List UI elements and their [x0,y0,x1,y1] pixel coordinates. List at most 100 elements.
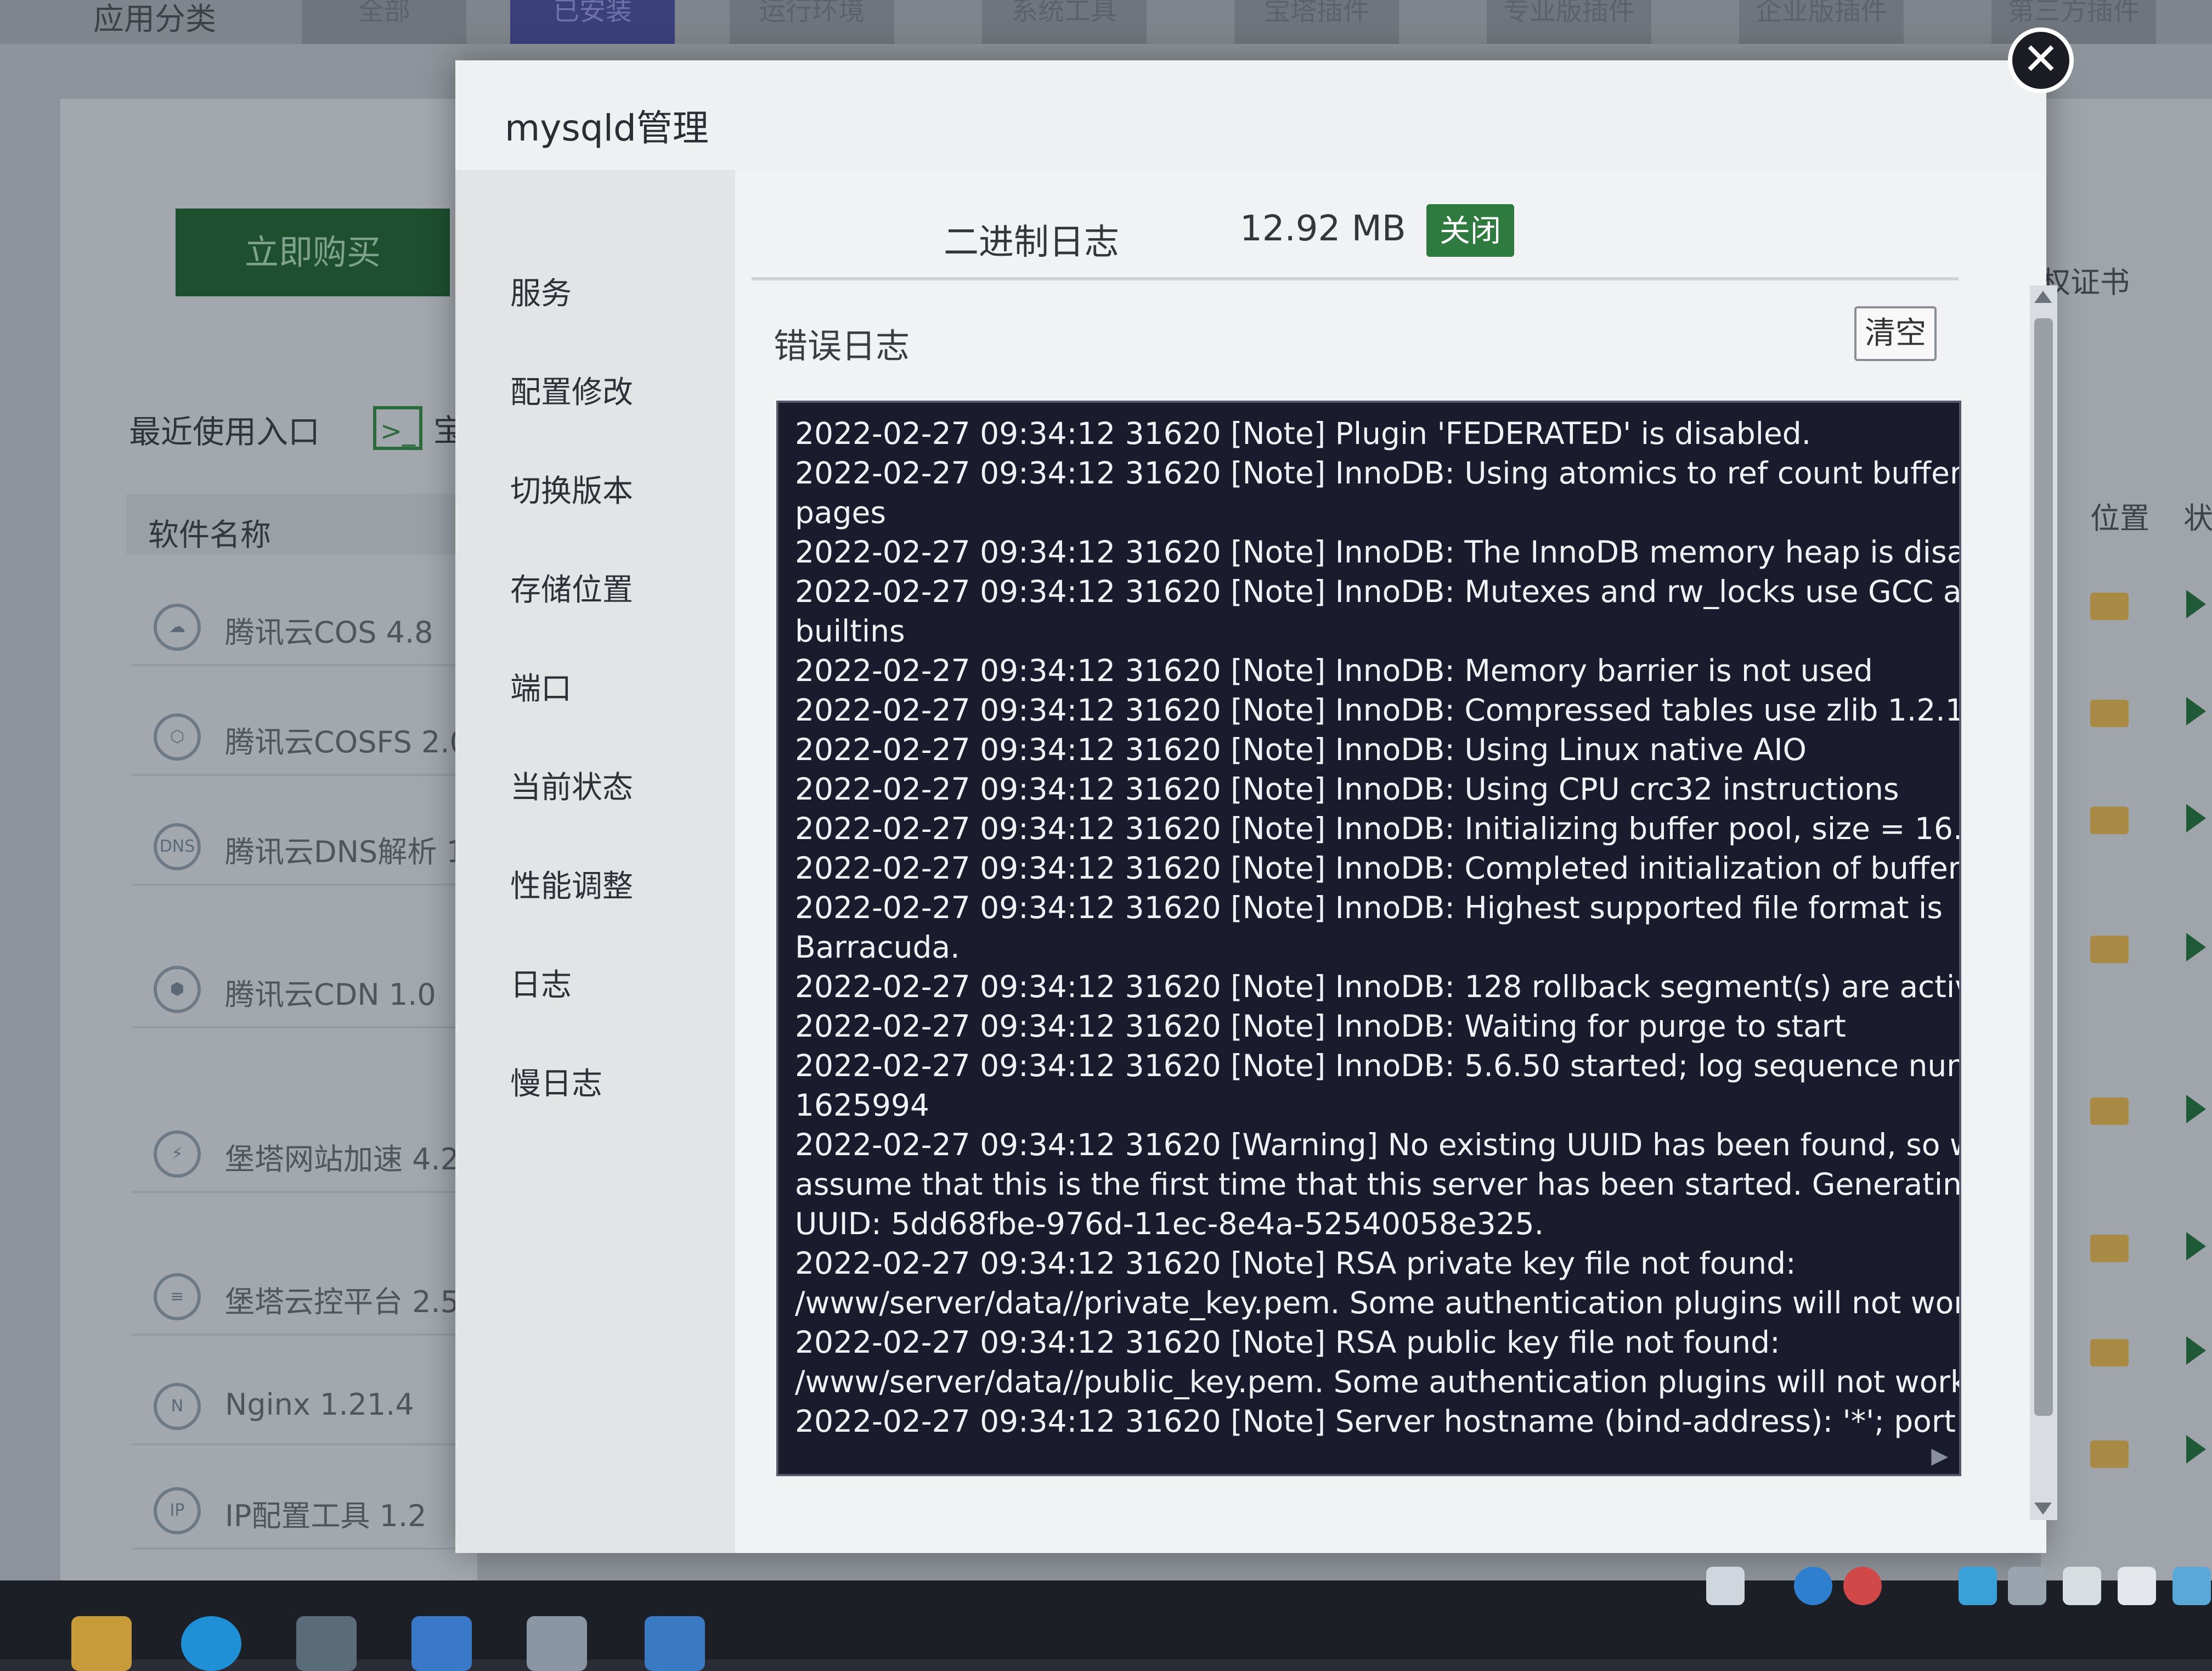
menu-item-performance[interactable]: 性能调整 [510,862,633,906]
folder-icon[interactable] [2090,1441,2129,1468]
menu-item-slow-log[interactable]: 慢日志 [510,1059,602,1104]
log-line: 2022-02-27 09:34:12 31620 [Note] InnoDB:… [795,1048,1961,1083]
scroll-up-icon[interactable] [2034,291,2052,303]
tray-app-icon[interactable] [2008,1567,2046,1605]
tray-app-icon[interactable] [1794,1567,1832,1605]
log-lines: 2022-02-27 09:34:12 31620 [Note] Plugin … [778,403,1959,1452]
log-line: /www/server/data//public_key.pem. Some a… [795,1364,1961,1399]
tray-app-icon[interactable] [2063,1567,2101,1605]
software-name-column: 软件名称 [148,517,271,553]
software-item[interactable]: N Nginx 1.21.4 [132,1361,483,1445]
log-line: 2022-02-27 09:34:12 31620 [Note] Plugin … [795,416,1812,451]
software-item[interactable]: ⬡ 腾讯云COSFS 2.0 [132,691,483,776]
binlog-label: 二进制日志 [944,222,1119,263]
log-line: 1625994 [795,1088,929,1123]
error-log-textarea[interactable]: 2022-02-27 09:34:12 31620 [Note] Plugin … [776,401,1961,1476]
play-icon[interactable] [2186,1095,2206,1123]
menu-item-port[interactable]: 端口 [510,664,572,708]
buy-now-button[interactable]: 立即购买 [176,209,450,296]
folder-icon[interactable] [2090,1339,2129,1366]
play-icon[interactable] [2186,804,2206,832]
folder-icon[interactable] [2090,593,2129,620]
app-icon[interactable] [411,1616,472,1671]
menu-item-config[interactable]: 配置修改 [510,368,633,412]
play-icon[interactable] [2186,697,2206,725]
folder-icon[interactable] [2090,936,2129,963]
log-line: UUID: 5dd68fbe-976d-11ec-8e4a-52540058e3… [795,1206,1544,1241]
log-line: Barracuda. [795,930,960,965]
tray-app-icon[interactable] [1843,1567,1882,1605]
cube-icon: ⬡ [154,713,201,761]
software-item[interactable]: DNS 腾讯云DNS解析 1. [132,801,483,886]
software-item-name: IP配置工具 1.2 [225,1499,427,1533]
play-icon[interactable] [2186,933,2206,961]
software-item[interactable]: ⚡ 堡塔网站加速 4.2 [132,1109,483,1193]
software-item-name: 堡塔云控平台 2.5.6 [225,1285,488,1319]
software-list-header: 软件名称 [126,494,477,554]
app-icon[interactable] [527,1616,587,1671]
log-line: 2022-02-27 09:34:12 31620 [Note] InnoDB:… [795,969,1961,1004]
folder-icon[interactable] [2090,807,2129,834]
software-item-name: 腾讯云COS 4.8 [225,615,433,650]
log-line: 2022-02-27 09:34:12 31620 [Note] InnoDB:… [795,772,1899,807]
software-item[interactable]: IP IP配置工具 1.2 [132,1465,483,1550]
log-line: 2022-02-27 09:34:12 31620 [Note] InnoDB:… [795,811,1961,846]
menu-item-storage-location[interactable]: 存储位置 [510,565,633,610]
tray-app-icon[interactable] [2172,1567,2211,1605]
play-icon[interactable] [2186,1232,2206,1261]
tab-enterprise-plugins[interactable]: 企业版插件 [1739,0,1904,44]
software-item-name: 堡塔网站加速 4.2 [225,1142,460,1177]
terminal-icon[interactable]: >_ [373,406,422,450]
file-explorer-icon[interactable] [71,1616,132,1671]
store-icon[interactable] [296,1616,357,1671]
menu-item-current-status[interactable]: 当前状态 [510,763,633,807]
category-label: 应用分类 [93,2,216,37]
software-item[interactable]: ≡ 堡塔云控平台 2.5.6 [132,1251,488,1336]
log-line: assume that this is the first time that … [795,1167,1961,1202]
folder-icon[interactable] [2090,700,2129,727]
tab-third-party-plugins[interactable]: 第三方插件 [1991,0,2156,44]
scroll-right-icon[interactable]: ▶ [1931,1443,1948,1469]
scrollbar-thumb[interactable] [2034,318,2053,1416]
menu-item-service[interactable]: 服务 [510,269,572,313]
clear-log-button[interactable]: 清空 [1854,306,1937,361]
folder-icon[interactable] [2090,1235,2129,1262]
mysqld-management-dialog: mysqld管理 服务 配置修改 切换版本 存储位置 端口 当前状态 性能调整 … [455,60,2057,1553]
log-line: 2022-02-27 09:34:12 31620 [Warning] No e… [795,1127,1961,1162]
app-icon[interactable] [645,1616,705,1671]
binlog-close-button[interactable]: 关闭 [1426,204,1514,257]
divider [752,277,1959,280]
ip-icon: IP [154,1487,201,1534]
log-line: 2022-02-27 09:34:12 31620 [Note] RSA pri… [795,1246,1796,1281]
software-item-name: Nginx 1.21.4 [225,1387,414,1422]
dialog-scrollbar[interactable] [2030,285,2057,1520]
software-item[interactable]: ⬢ 腾讯云CDN 1.0 [132,944,483,1028]
menu-item-switch-version[interactable]: 切换版本 [510,466,633,511]
software-item[interactable]: ☁ 腾讯云COS 4.8 [132,582,483,666]
dialog-sidebar: 服务 配置修改 切换版本 存储位置 端口 当前状态 性能调整 日志 慢日志 [455,170,735,1553]
cdn-icon: ⬢ [154,966,201,1013]
tray-app-icon[interactable] [2118,1567,2156,1605]
tray-app-icon[interactable] [1959,1567,1997,1605]
tab-runtime[interactable]: 运行环境 [730,0,894,44]
tab-installed[interactable]: 已安装 [510,0,675,44]
dns-icon: DNS [154,823,201,870]
background-right-panel [2041,99,2212,1602]
tab-bt-plugins[interactable]: 宝塔插件 [1234,0,1399,44]
edge-browser-icon[interactable] [181,1616,241,1671]
keyboard-icon[interactable] [1706,1567,1745,1605]
tab-all[interactable]: 全部 [302,0,466,44]
scroll-down-icon[interactable] [2034,1503,2052,1515]
folder-icon[interactable] [2090,1098,2129,1125]
close-icon[interactable]: ✕ [2008,27,2074,93]
play-icon[interactable] [2186,1336,2206,1365]
log-line: 2022-02-27 09:34:12 31620 [Note] InnoDB:… [795,1009,1846,1044]
menu-item-logs[interactable]: 日志 [510,960,572,1005]
log-line: 2022-02-27 09:34:12 31620 [Note] InnoDB:… [795,574,1961,609]
error-log-label: 错误日志 [774,326,910,366]
play-icon[interactable] [2186,590,2206,618]
recent-entry-label: 最近使用入口 [129,413,320,451]
play-icon[interactable] [2186,1435,2206,1464]
tab-system-tools[interactable]: 系统工具 [982,0,1147,44]
tab-pro-plugins[interactable]: 专业版插件 [1487,0,1651,44]
